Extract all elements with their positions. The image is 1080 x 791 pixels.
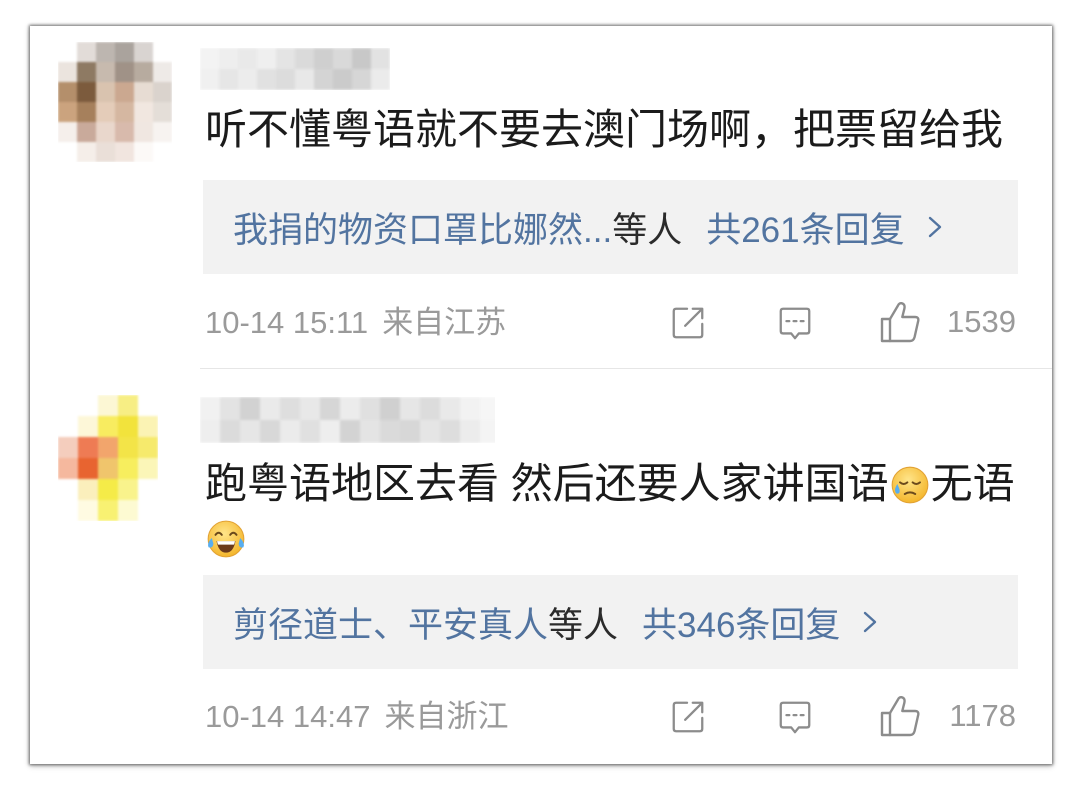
comment-list-card: 听不懂粤语就不要去澳门场啊，把票留给我 我捐的物资口罩比娜然... 等人 共261条… <box>30 26 1052 764</box>
chevron-right-icon[interactable] <box>862 609 878 635</box>
like-button[interactable]: 1539 <box>878 298 1016 346</box>
reply-suffix: 等人 <box>548 605 619 645</box>
username-blurred[interactable] <box>200 48 390 90</box>
comment-text: 听不懂粤语就不要去澳门场啊，把票留给我 <box>205 104 1035 156</box>
comment-location: 来自浙江 <box>384 699 509 734</box>
comment-icon <box>779 701 811 734</box>
share-icon <box>672 307 704 339</box>
comment-text-content: 跑粤语地区去看 然后还要人家讲国语 <box>205 460 889 507</box>
comment-icon <box>779 307 811 340</box>
reply-names[interactable]: 剪径道士、平安真人 <box>233 597 548 648</box>
share-button[interactable] <box>669 304 707 342</box>
avatar[interactable] <box>58 395 158 521</box>
comment-time: 10-14 15:11 <box>205 305 369 340</box>
comment-button[interactable] <box>776 698 814 736</box>
like-button[interactable]: 1178 <box>878 692 1016 740</box>
comment-meta: 10-14 14:47 来自浙江 <box>205 697 508 737</box>
avatar[interactable] <box>58 42 172 162</box>
comment-divider <box>200 368 1052 369</box>
share-icon <box>672 701 704 733</box>
comment-button[interactable] <box>776 304 814 342</box>
comment-text-tail: 无语 <box>930 460 1015 507</box>
comment-location: 来自江苏 <box>382 305 507 340</box>
comment-text: 跑粤语地区去看 然后还要人家讲国语 无语 <box>205 456 1035 566</box>
like-icon <box>880 695 920 737</box>
reply-names[interactable]: 我捐的物资口罩比娜然... <box>233 202 612 253</box>
reply-count[interactable]: 共261条回复 <box>706 202 904 253</box>
like-count[interactable]: 1539 <box>947 302 1016 342</box>
comment-time: 10-14 14:47 <box>205 699 371 734</box>
laugh-cry-emoji-icon <box>205 518 247 560</box>
reply-count[interactable]: 共346条回复 <box>642 597 840 648</box>
like-icon <box>880 301 920 343</box>
share-button[interactable] <box>669 698 707 736</box>
username-blurred[interactable] <box>200 397 495 443</box>
chevron-right-icon[interactable] <box>927 214 943 240</box>
reply-suffix: 等人 <box>612 210 683 250</box>
reply-summary[interactable]: 剪径道士、平安真人 等人 共346条回复 <box>203 575 1018 669</box>
comment-text-content: 听不懂粤语就不要去澳门场啊，把票留给我 <box>205 106 1004 153</box>
comment-meta: 10-14 15:11 来自江苏 <box>205 303 506 343</box>
reply-summary[interactable]: 我捐的物资口罩比娜然... 等人 共261条回复 <box>203 180 1018 274</box>
sweat-emoji-icon <box>889 463 931 505</box>
like-count[interactable]: 1178 <box>949 696 1016 736</box>
